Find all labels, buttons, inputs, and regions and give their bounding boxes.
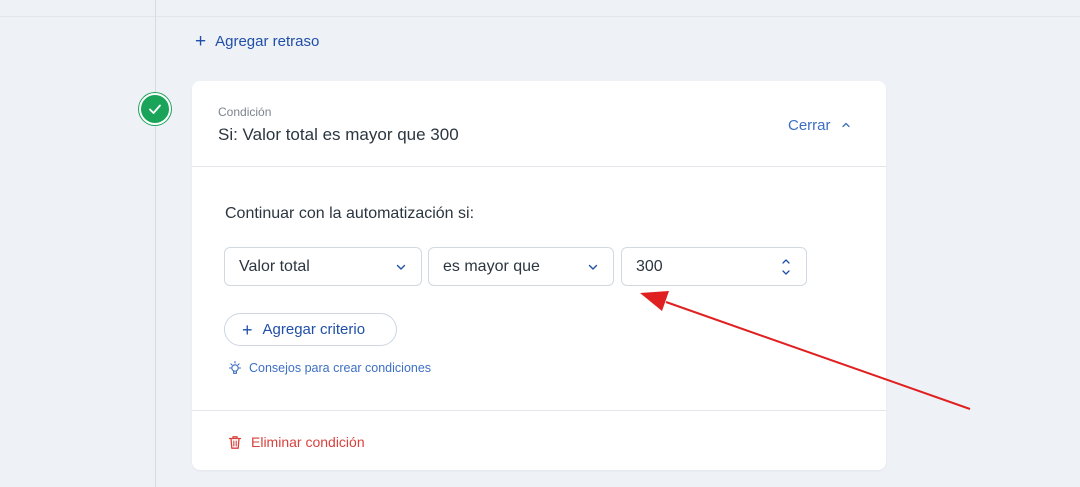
condition-label: Condición (218, 105, 272, 119)
step-status-badge (139, 93, 171, 125)
field-select-value: Valor total (239, 257, 310, 275)
chevron-up-icon (841, 122, 850, 128)
add-delay-label: Agregar retraso (215, 32, 320, 50)
chevron-down-icon (396, 264, 406, 270)
close-label: Cerrar (788, 116, 831, 134)
chevron-down-icon (588, 264, 598, 270)
timeline-line (155, 0, 156, 487)
continue-label: Continuar con la automatización si: (225, 205, 475, 222)
condition-card: Condición Si: Valor total es mayor que 3… (192, 81, 886, 470)
value-input[interactable]: 300 (621, 247, 807, 286)
operator-select-value: es mayor que (443, 257, 540, 275)
operator-select[interactable]: es mayor que (428, 247, 614, 286)
add-delay-button[interactable]: + Agregar retraso (195, 30, 319, 52)
tips-label: Consejos para crear condiciones (249, 361, 432, 375)
delete-condition-label: Eliminar condición (251, 434, 365, 450)
plus-icon: + (195, 30, 207, 52)
plus-icon: + (242, 319, 253, 340)
close-button[interactable]: Cerrar (788, 115, 851, 135)
top-divider (0, 16, 1080, 17)
condition-card-header: Condición Si: Valor total es mayor que 3… (192, 81, 886, 167)
check-icon (149, 104, 161, 114)
condition-card-body: Continuar con la automatización si: Valo… (192, 168, 886, 410)
condition-summary: Si: Valor total es mayor que 300 (218, 125, 459, 144)
add-criteria-button[interactable]: + Agregar criterio (224, 313, 397, 346)
stepper-icon[interactable] (780, 256, 792, 278)
add-criteria-label: Agregar criterio (262, 321, 366, 338)
value-input-value: 300 (636, 257, 663, 275)
tips-link[interactable]: Consejos para crear condiciones (227, 359, 431, 377)
field-select[interactable]: Valor total (224, 247, 422, 286)
delete-condition-button[interactable]: Eliminar condición (228, 433, 365, 451)
trash-icon (228, 435, 242, 449)
lightbulb-icon (228, 360, 242, 374)
condition-card-footer: Eliminar condición (192, 410, 886, 470)
